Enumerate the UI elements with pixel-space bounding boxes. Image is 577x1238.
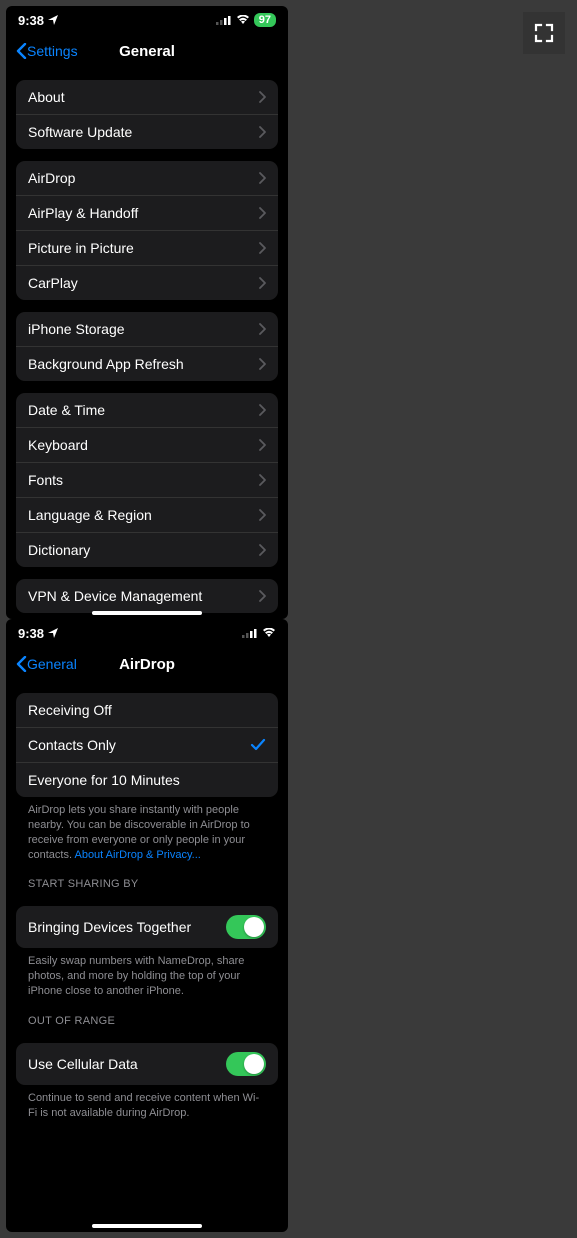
- cellular-toggle-row[interactable]: Use Cellular Data: [16, 1043, 278, 1085]
- range-footer: Continue to send and receive content whe…: [16, 1085, 278, 1121]
- location-icon: [48, 15, 58, 25]
- phone-right-airdrop: 9:38 General AirDrop Rec: [6, 619, 288, 1232]
- chevron-right-icon: [258, 358, 266, 370]
- row-label: Fonts: [28, 472, 63, 488]
- toggle-label: Use Cellular Data: [28, 1056, 138, 1072]
- toggle-switch[interactable]: [226, 1052, 266, 1076]
- nav-bar: Settings General: [6, 34, 288, 68]
- settings-row[interactable]: iPhone Storage: [16, 312, 278, 346]
- settings-row[interactable]: AirPlay & Handoff: [16, 195, 278, 230]
- bringing-devices-toggle-row[interactable]: Bringing Devices Together: [16, 906, 278, 948]
- section-header-sharing: START SHARING BY: [16, 862, 278, 894]
- home-indicator[interactable]: [92, 611, 202, 615]
- settings-row[interactable]: Keyboard: [16, 427, 278, 462]
- row-label: Language & Region: [28, 507, 152, 523]
- settings-group: iPhone Storage Background App Refresh: [16, 312, 278, 381]
- section-header-range: OUT OF RANGE: [16, 999, 278, 1031]
- settings-row[interactable]: Software Update: [16, 114, 278, 149]
- option-label: Everyone for 10 Minutes: [28, 772, 180, 788]
- receiving-footer: AirDrop lets you share instantly with pe…: [16, 797, 278, 862]
- settings-row[interactable]: VPN & Device Management: [16, 579, 278, 613]
- settings-group: VPN & Device Management: [16, 579, 278, 613]
- chevron-right-icon: [258, 242, 266, 254]
- status-bar: 9:38 97: [6, 6, 288, 34]
- sharing-group: Bringing Devices Together: [16, 906, 278, 948]
- receiving-group: Receiving Off Contacts Only Everyone for 1…: [16, 693, 278, 797]
- expand-icon: [534, 23, 554, 43]
- settings-row[interactable]: Date & Time: [16, 393, 278, 427]
- phone-left-general: 9:38 97 Settings General: [6, 6, 288, 619]
- airdrop-content: Receiving Off Contacts Only Everyone for 1…: [6, 681, 288, 1232]
- row-label: Picture in Picture: [28, 240, 134, 256]
- about-privacy-link[interactable]: About AirDrop & Privacy...: [74, 849, 200, 861]
- back-label: General: [27, 656, 77, 672]
- row-label: iPhone Storage: [28, 321, 125, 337]
- option-label: Receiving Off: [28, 702, 112, 718]
- row-label: Software Update: [28, 124, 132, 140]
- chevron-right-icon: [258, 590, 266, 602]
- range-group: Use Cellular Data: [16, 1043, 278, 1085]
- expand-button[interactable]: [523, 12, 565, 54]
- wifi-icon: [262, 628, 276, 638]
- status-time: 9:38: [18, 13, 44, 28]
- receiving-option[interactable]: Contacts Only: [16, 727, 278, 762]
- battery-indicator: 97: [254, 13, 276, 27]
- settings-row[interactable]: Background App Refresh: [16, 346, 278, 381]
- chevron-right-icon: [258, 404, 266, 416]
- chevron-right-icon: [258, 474, 266, 486]
- receiving-option[interactable]: Everyone for 10 Minutes: [16, 762, 278, 797]
- chevron-right-icon: [258, 439, 266, 451]
- status-bar: 9:38: [6, 619, 288, 647]
- chevron-right-icon: [258, 323, 266, 335]
- toggle-switch[interactable]: [226, 915, 266, 939]
- back-label: Settings: [27, 43, 78, 59]
- settings-list: About Software Update AirDrop AirPlay & Han…: [6, 68, 288, 619]
- row-label: CarPlay: [28, 275, 78, 291]
- settings-row[interactable]: Dictionary: [16, 532, 278, 567]
- chevron-right-icon: [258, 544, 266, 556]
- settings-row[interactable]: CarPlay: [16, 265, 278, 300]
- settings-row[interactable]: Language & Region: [16, 497, 278, 532]
- chevron-left-icon: [16, 43, 27, 59]
- chevron-right-icon: [258, 172, 266, 184]
- row-label: VPN & Device Management: [28, 588, 202, 604]
- row-label: Keyboard: [28, 437, 88, 453]
- row-label: AirPlay & Handoff: [28, 205, 138, 221]
- settings-group: Date & Time Keyboard Fonts Language & Regio…: [16, 393, 278, 567]
- checkmark-icon: [250, 738, 266, 752]
- toggle-label: Bringing Devices Together: [28, 919, 191, 935]
- page-title: General: [119, 43, 175, 60]
- chevron-right-icon: [258, 509, 266, 521]
- row-label: Background App Refresh: [28, 356, 184, 372]
- option-label: Contacts Only: [28, 737, 116, 753]
- signal-icon: [216, 15, 232, 25]
- location-icon: [48, 628, 58, 638]
- settings-row[interactable]: Fonts: [16, 462, 278, 497]
- wifi-icon: [236, 15, 250, 25]
- row-label: Dictionary: [28, 542, 90, 558]
- row-label: Date & Time: [28, 402, 105, 418]
- chevron-right-icon: [258, 207, 266, 219]
- signal-icon: [242, 628, 258, 638]
- row-label: AirDrop: [28, 170, 75, 186]
- receiving-option[interactable]: Receiving Off: [16, 693, 278, 727]
- settings-group: About Software Update: [16, 80, 278, 149]
- chevron-right-icon: [258, 126, 266, 138]
- home-indicator[interactable]: [92, 1224, 202, 1228]
- status-time: 9:38: [18, 626, 44, 641]
- chevron-right-icon: [258, 277, 266, 289]
- page-title: AirDrop: [119, 656, 175, 673]
- chevron-left-icon: [16, 656, 27, 672]
- settings-row[interactable]: Picture in Picture: [16, 230, 278, 265]
- settings-row[interactable]: About: [16, 80, 278, 114]
- sharing-footer: Easily swap numbers with NameDrop, share…: [16, 948, 278, 999]
- settings-row[interactable]: AirDrop: [16, 161, 278, 195]
- back-button[interactable]: Settings: [16, 43, 78, 59]
- back-button[interactable]: General: [16, 656, 77, 672]
- settings-group: AirDrop AirPlay & Handoff Picture in Pictu…: [16, 161, 278, 300]
- chevron-right-icon: [258, 91, 266, 103]
- row-label: About: [28, 89, 65, 105]
- nav-bar: General AirDrop: [6, 647, 288, 681]
